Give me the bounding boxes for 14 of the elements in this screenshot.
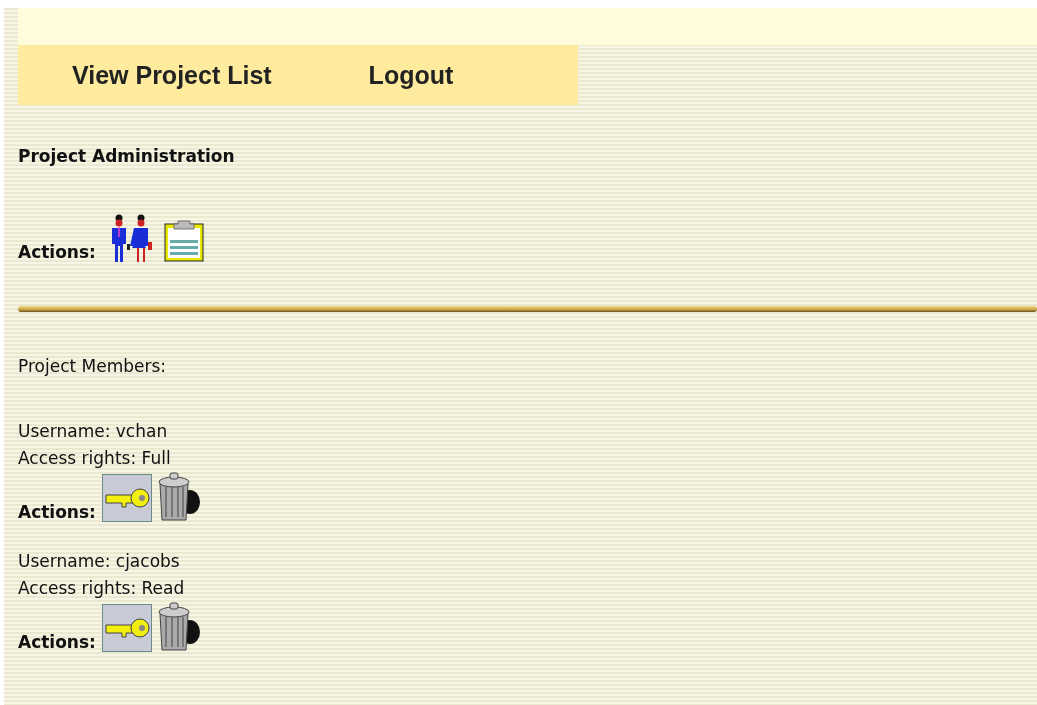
nav-link[interactable]: Logout <box>368 60 454 90</box>
members-heading: Project Members: <box>18 356 168 376</box>
clipboard-icon[interactable] <box>163 220 204 262</box>
page-heading: Project Administration <box>18 146 236 166</box>
nav-link[interactable]: View Project List <box>72 60 272 90</box>
actions-label: Actions: <box>18 632 96 652</box>
username-text: Username: cjacobs <box>18 550 181 573</box>
access-rights-text: Access rights: Full <box>18 447 172 470</box>
actions-label: Actions: <box>18 502 96 522</box>
actions-label: Actions: <box>18 242 96 262</box>
trash-icon[interactable] <box>155 602 200 652</box>
trash-icon[interactable] <box>155 472 200 522</box>
access-rights-text: Access rights: Read <box>18 577 186 600</box>
username-text: Username: vchan <box>18 420 169 443</box>
